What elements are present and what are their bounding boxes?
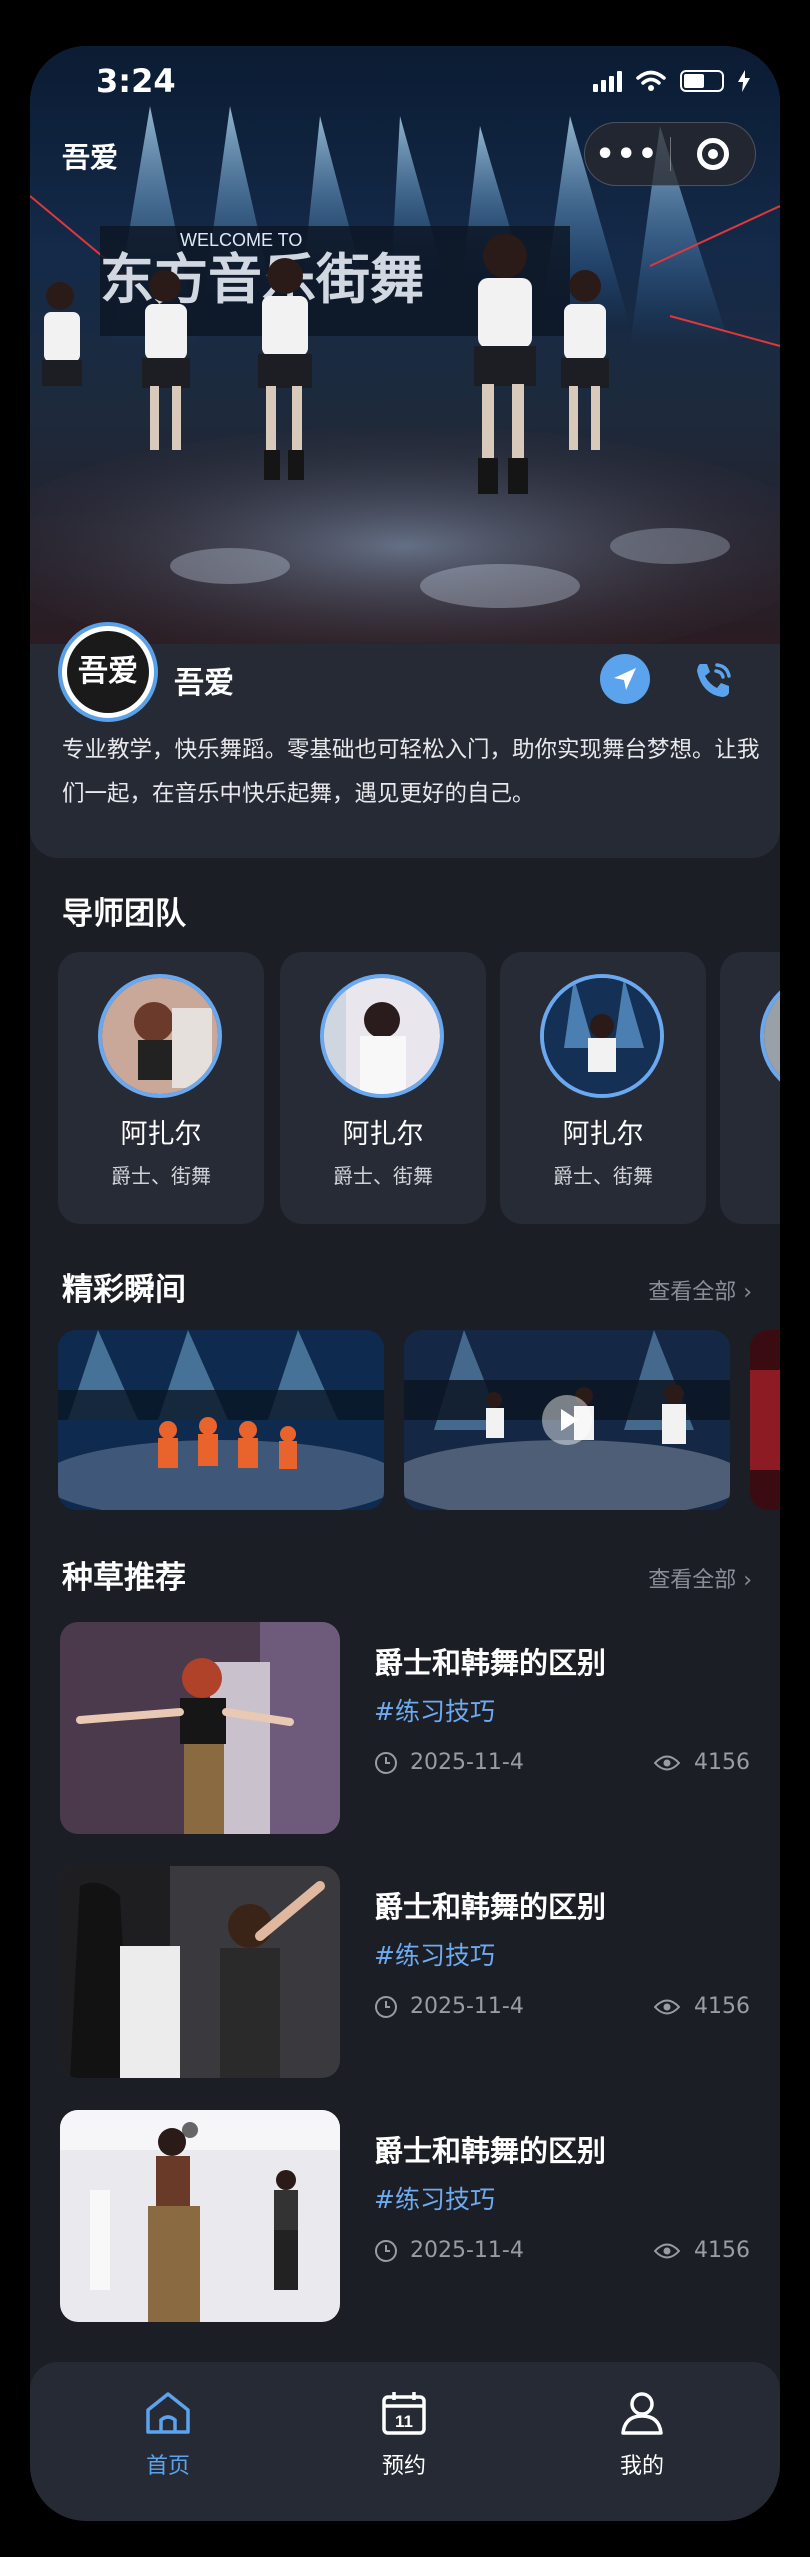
moment-thumbnail (750, 1330, 780, 1510)
recommend-tag[interactable]: #练习技巧 (374, 1692, 495, 1728)
tab-home[interactable]: 首页 (108, 2390, 228, 2480)
mentor-name: 阿扎尔 (342, 1119, 424, 1150)
moment-thumbnail (58, 1330, 384, 1510)
recommend-views: 4156 (654, 2238, 750, 2263)
charging-icon (738, 70, 750, 92)
tab-home-label: 首页 (145, 2454, 190, 2479)
navigate-button[interactable] (600, 654, 650, 704)
hero-banner-name: 东方音乐街舞 (100, 248, 424, 311)
mentor-tags: 爵士、街舞 (111, 1164, 211, 1188)
wifi-icon (636, 70, 666, 91)
phone-call-icon[interactable] (690, 656, 738, 704)
recommend-title: 爵士和韩舞的区别 (374, 1890, 607, 1924)
eye-icon (654, 2243, 680, 2258)
recommend-view-count: 4156 (694, 1994, 750, 2019)
recommend-view-count: 4156 (694, 2238, 750, 2263)
recommend-meta: 2025-11-4 4156 (374, 1750, 750, 1775)
page-title: 吾爱 (62, 141, 119, 174)
eye-icon (654, 1755, 680, 1770)
eye-icon (654, 1999, 680, 2014)
recommend-meta: 2025-11-4 4156 (374, 2238, 750, 2263)
play-icon[interactable] (542, 1395, 592, 1445)
recommend-item[interactable]: 爵士和韩舞的区别 #练习技巧 2025-11-4 4156 (60, 1866, 750, 2078)
mentor-avatar (320, 974, 444, 1098)
recommend-views: 4156 (654, 1750, 750, 1775)
hero-banner-welcome: WELCOME TO (180, 230, 302, 250)
battery-icon (680, 70, 724, 92)
recommend-date: 2025-11-4 (410, 2238, 524, 2263)
mentor-avatar (760, 974, 780, 1098)
tab-mine[interactable]: 我的 (582, 2390, 702, 2480)
recommend-thumbnail (60, 2110, 340, 2322)
recommend-item[interactable]: 爵士和韩舞的区别 #练习技巧 2025-11-4 4156 (60, 2110, 750, 2322)
tab-booking[interactable]: 11 预约 (344, 2390, 464, 2480)
studio-logo-text: 吾爱 (67, 631, 149, 713)
mentor-avatar (540, 974, 664, 1098)
mentor-avatar (98, 974, 222, 1098)
recommend-title: 爵士和韩舞的区别 (374, 2134, 607, 2168)
calendar-icon: 11 (382, 2392, 426, 2435)
recommend-date: 2025-11-4 (410, 1994, 524, 2019)
mentors-section-title: 导师团队 (62, 896, 186, 932)
studio-logo: 吾爱 (58, 622, 158, 722)
recommend-view-count: 4156 (694, 1750, 750, 1775)
mentor-tags: 爵士、街舞 (333, 1164, 433, 1188)
tab-booking-label: 预约 (381, 2454, 426, 2479)
studio-name: 吾爱 (174, 666, 234, 701)
miniprogram-capsule: ••• (584, 122, 756, 186)
clock-icon (375, 1995, 397, 2018)
studio-description: 专业教学，快乐舞蹈。零基础也可轻松入门，助你实现舞台梦想。让我们一起，在音乐中快… (62, 737, 760, 807)
mentor-card[interactable]: 阿扎尔 爵士、街舞 (500, 952, 706, 1224)
moment-video-card[interactable] (404, 1330, 730, 1510)
recommend-tag[interactable]: #练习技巧 (374, 2180, 495, 2216)
mentor-card[interactable]: 阿扎尔 爵士、街舞 (280, 952, 486, 1224)
signal-icon (593, 70, 622, 92)
studio-info-card: 吾爱 吾爱 专业教学，快乐舞蹈。零基础也可轻松入门，助你实现舞台梦想。让我们一起… (30, 622, 780, 858)
hero-banner[interactable]: WELCOME TO 东方音乐街舞 吾爱 ••• (30, 46, 780, 644)
mentor-name: 阿扎尔 (562, 1119, 644, 1150)
tab-mine-label: 我的 (619, 2454, 664, 2479)
mentor-name: 阿 (720, 1112, 780, 1151)
recommend-thumbnail (60, 1622, 340, 1834)
status-bar: 3:24 (30, 46, 780, 126)
user-icon (621, 2392, 663, 2435)
recommend-section-title: 种草推荐 (62, 1560, 186, 1596)
recommend-item[interactable]: 爵士和韩舞的区别 #练习技巧 2025-11-4 4156 (60, 1622, 750, 1834)
mentor-card[interactable]: 阿 爵 (720, 952, 780, 1224)
close-miniprogram-button[interactable] (671, 138, 756, 170)
moment-video-card[interactable] (750, 1330, 780, 1510)
mentor-card[interactable]: 阿扎尔 爵士、街舞 (58, 952, 264, 1224)
more-menu-button[interactable]: ••• (585, 137, 670, 172)
bottom-tab-bar: 首页 11 预约 我的 (30, 2362, 780, 2521)
close-icon (696, 138, 729, 170)
calendar-day: 11 (395, 2412, 413, 2431)
recommend-title: 爵士和韩舞的区别 (374, 1646, 607, 1680)
moment-video-card[interactable] (58, 1330, 384, 1510)
home-icon (146, 2392, 190, 2434)
clock-icon (375, 2239, 397, 2262)
mentor-tags: 爵士、街舞 (553, 1164, 653, 1188)
recommend-thumbnail (60, 1866, 340, 2078)
recommend-views: 4156 (654, 1994, 750, 2019)
recommend-date: 2025-11-4 (410, 1750, 524, 1775)
moments-see-all-link[interactable]: 查看全部 › (648, 1274, 752, 1306)
status-time: 3:24 (96, 62, 176, 100)
status-icons (593, 70, 750, 92)
recommend-see-all-link[interactable]: 查看全部 › (648, 1562, 752, 1594)
mentor-name: 阿扎尔 (120, 1119, 202, 1150)
clock-icon (375, 1751, 397, 1774)
navigation-arrow-icon (614, 668, 636, 690)
recommend-tag[interactable]: #练习技巧 (374, 1936, 495, 1972)
recommend-meta: 2025-11-4 4156 (374, 1994, 750, 2019)
app-screen: WELCOME TO 东方音乐街舞 吾爱 ••• 3:24 吾爱 吾爱 专业教学… (30, 46, 780, 2521)
phone-frame: WELCOME TO 东方音乐街舞 吾爱 ••• 3:24 吾爱 吾爱 专业教学… (0, 0, 810, 2557)
mentor-tags: 爵 (720, 1160, 780, 1189)
moments-section-title: 精彩瞬间 (62, 1272, 186, 1308)
